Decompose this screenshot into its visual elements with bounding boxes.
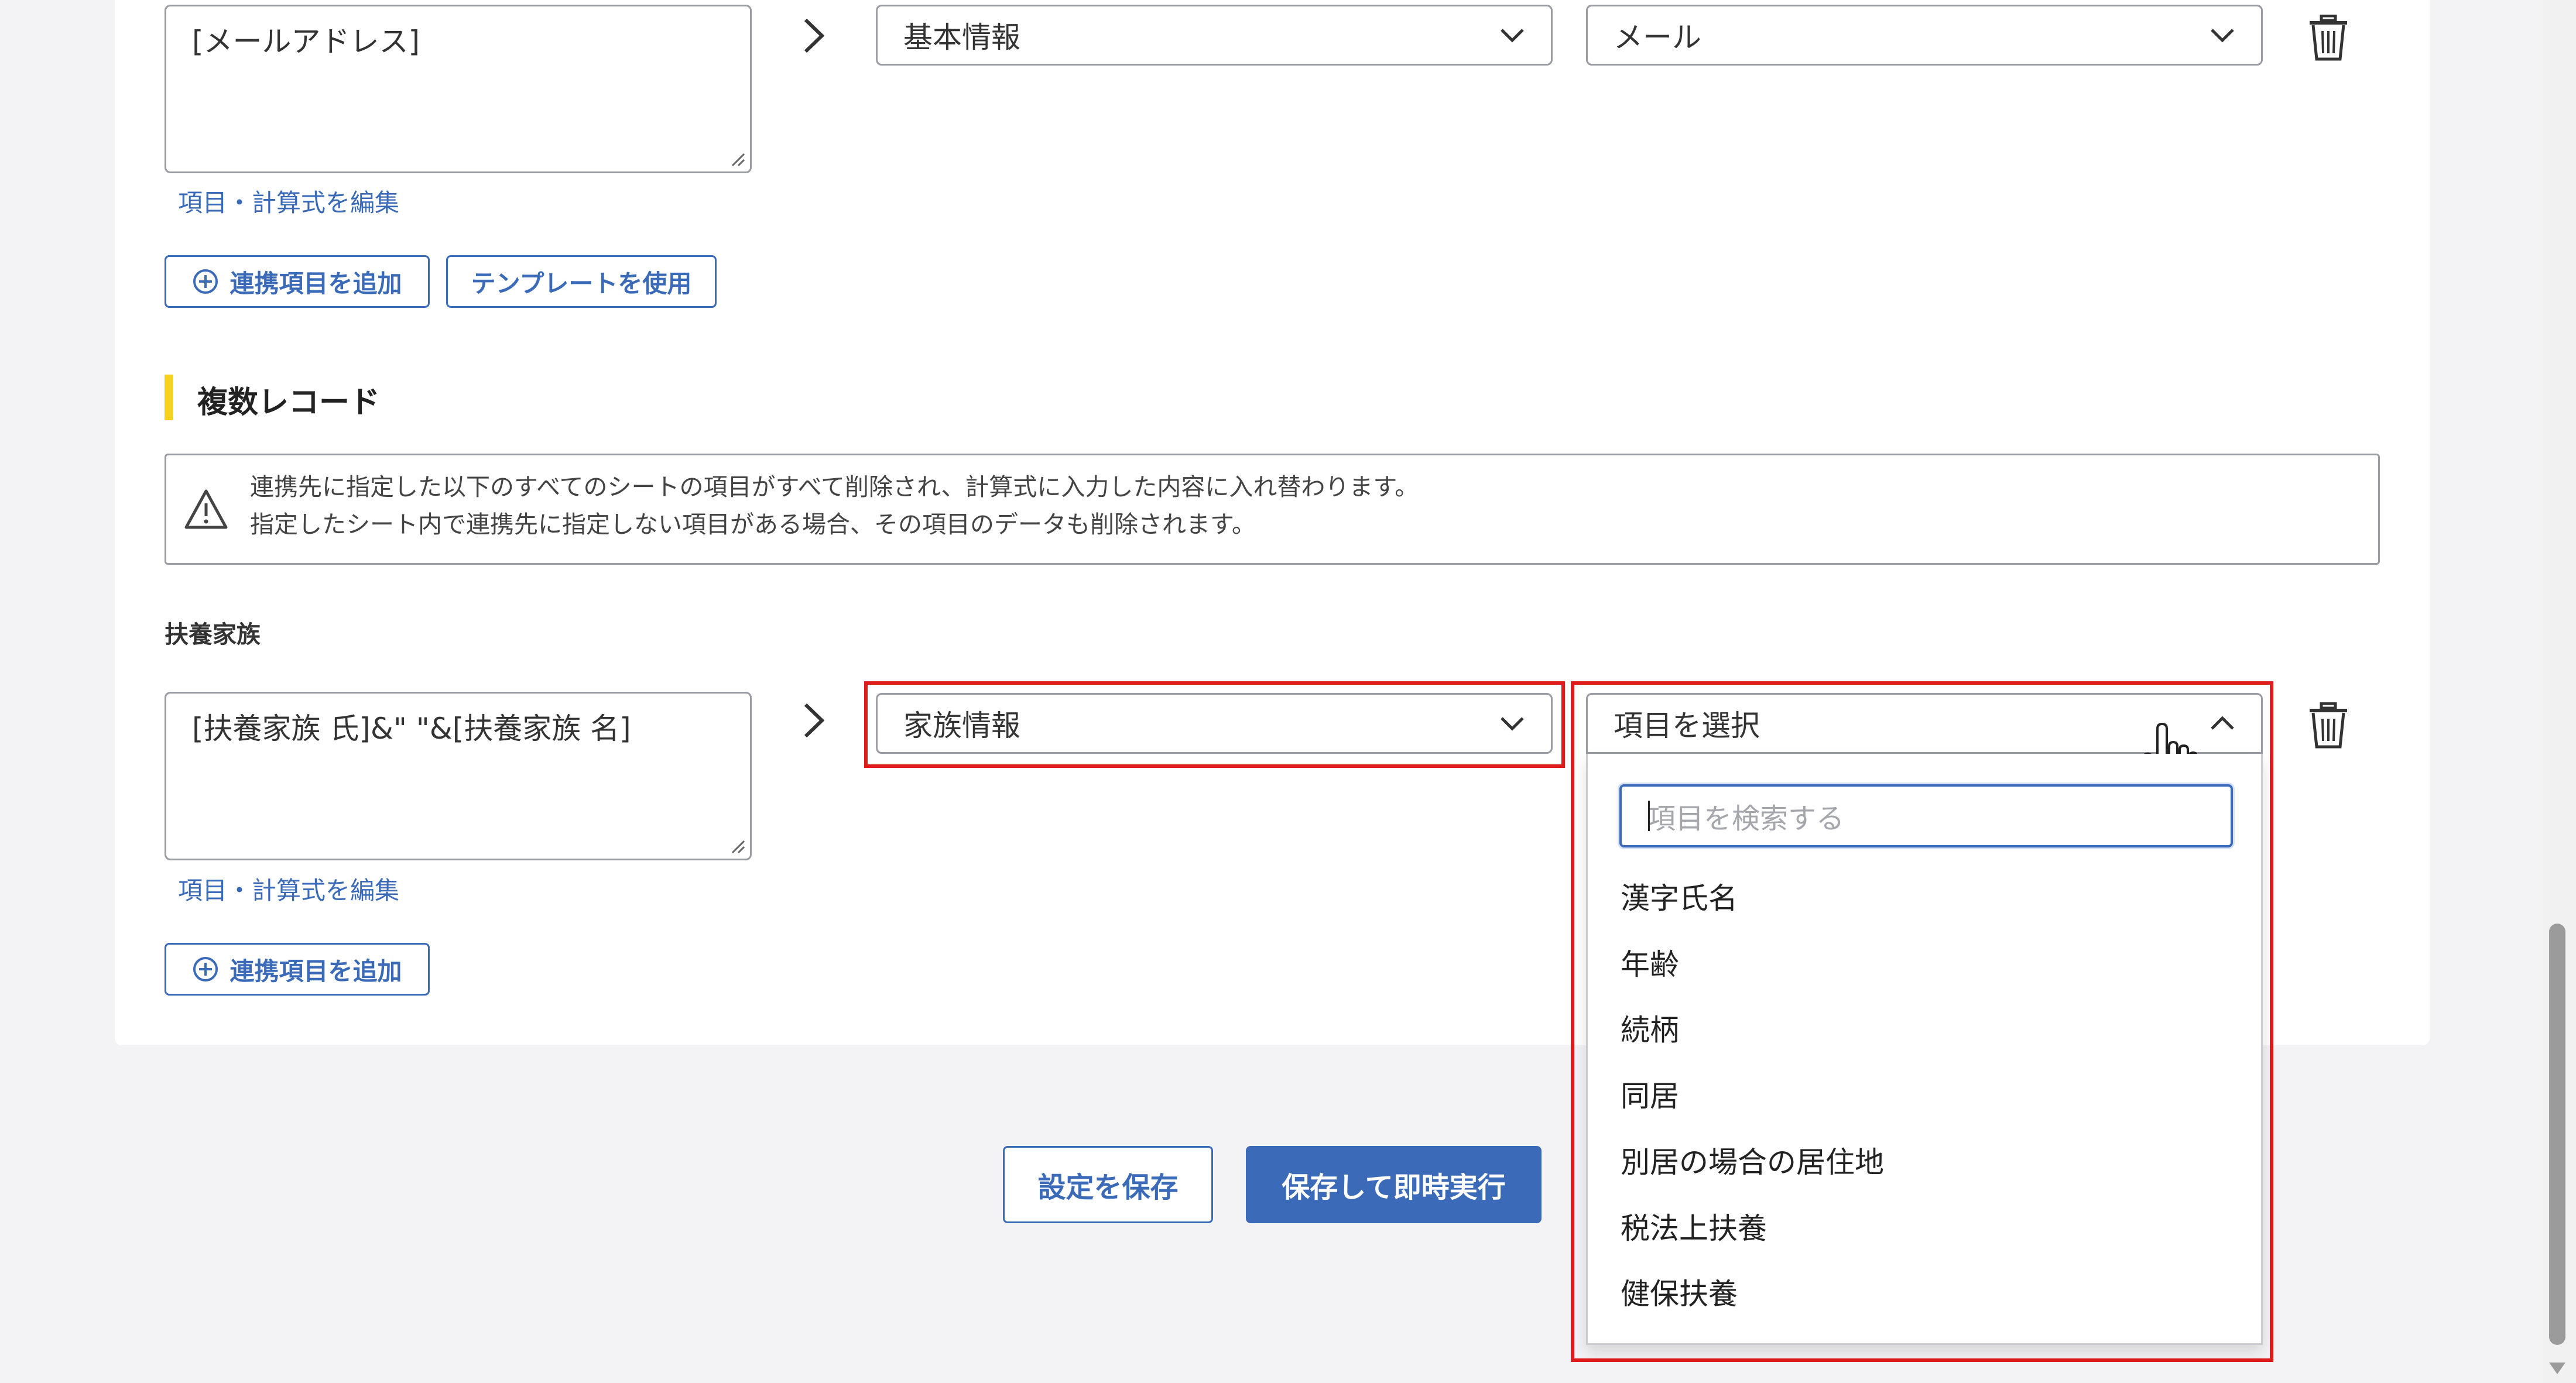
- text-cursor: [1648, 801, 1650, 831]
- scrollbar-thumb[interactable]: [2549, 924, 2565, 1345]
- add-field-button[interactable]: 連携項目を追加: [165, 943, 430, 996]
- formula-text: [メールアドレス]: [192, 25, 420, 59]
- dropdown-option[interactable]: 年齢: [1621, 941, 1679, 983]
- dropdown-option[interactable]: 漢字氏名: [1621, 875, 1738, 917]
- formula-textarea-dependents[interactable]: [扶養家族 氏]&" "&[扶養家族 名]: [165, 692, 752, 860]
- section-title: 複数レコード: [197, 385, 381, 420]
- chevron-down-icon: [1501, 29, 1524, 43]
- field-select-value: 項目を選択: [1614, 709, 1760, 743]
- add-field-label: 連携項目を追加: [229, 269, 402, 298]
- chevron-down-icon: [1501, 717, 1524, 731]
- sheet-select-value: 基本情報: [903, 20, 1020, 54]
- add-field-button[interactable]: 連携項目を追加: [165, 255, 430, 308]
- field-search-input[interactable]: 項目を検索する: [1619, 784, 2233, 847]
- save-settings-button[interactable]: 設定を保存: [1003, 1146, 1213, 1223]
- sheet-select-value: 家族情報: [903, 709, 1020, 743]
- scroll-down-arrow-icon[interactable]: [2547, 1359, 2568, 1377]
- trash-icon[interactable]: [2307, 702, 2349, 749]
- formula-text: [扶養家族 氏]&" "&[扶養家族 名]: [192, 712, 631, 746]
- chevron-right-icon: [804, 703, 825, 738]
- use-template-label: テンプレートを使用: [471, 269, 692, 298]
- field-select-email[interactable]: メール: [1586, 5, 2263, 66]
- use-template-button[interactable]: テンプレートを使用: [446, 255, 717, 308]
- plus-circle-icon: [193, 957, 218, 982]
- dropdown-option[interactable]: 続柄: [1621, 1007, 1679, 1049]
- sheet-select-email[interactable]: 基本情報: [876, 5, 1553, 66]
- resize-grip-icon[interactable]: [730, 839, 745, 854]
- edit-formula-link[interactable]: 項目・計算式を編集: [178, 183, 399, 219]
- notice-line-2: 指定したシート内で連携先に指定しない項目がある場合、その項目のデータも削除されま…: [250, 510, 1256, 538]
- dropdown-option[interactable]: 同居: [1621, 1073, 1679, 1115]
- dropdown-option[interactable]: 税法上扶養: [1621, 1205, 1767, 1247]
- add-field-label: 連携項目を追加: [229, 956, 402, 986]
- sheet-select-dependents[interactable]: 家族情報: [876, 693, 1553, 754]
- field-dropdown-panel: 項目を検索する 漢字氏名 年齢 続柄 同居 別居の場合の居住地 税法上扶養 健保…: [1586, 754, 2263, 1345]
- section-accent-bar: [165, 375, 173, 420]
- chevron-right-icon: [804, 18, 825, 53]
- edit-formula-link[interactable]: 項目・計算式を編集: [178, 871, 399, 907]
- field-select-value: メール: [1614, 20, 1701, 54]
- dropdown-option[interactable]: 健保扶養: [1621, 1271, 1738, 1313]
- plus-circle-icon: [193, 269, 218, 294]
- chevron-down-icon: [2211, 29, 2234, 43]
- warning-icon: [184, 489, 228, 529]
- warning-notice: 連携先に指定した以下のすべてのシートの項目がすべて削除され、計算式に入力した内容…: [165, 454, 2380, 565]
- notice-line-1: 連携先に指定した以下のすべてのシートの項目がすべて削除され、計算式に入力した内容…: [250, 473, 1419, 501]
- dependents-label: 扶養家族: [165, 620, 261, 648]
- formula-textarea-email[interactable]: [メールアドレス]: [165, 5, 752, 173]
- trash-icon[interactable]: [2307, 15, 2349, 61]
- resize-grip-icon[interactable]: [730, 152, 745, 167]
- chevron-up-icon: [2211, 716, 2234, 730]
- dropdown-option[interactable]: 別居の場合の居住地: [1621, 1139, 1884, 1181]
- save-and-run-button[interactable]: 保存して即時実行: [1246, 1146, 1542, 1223]
